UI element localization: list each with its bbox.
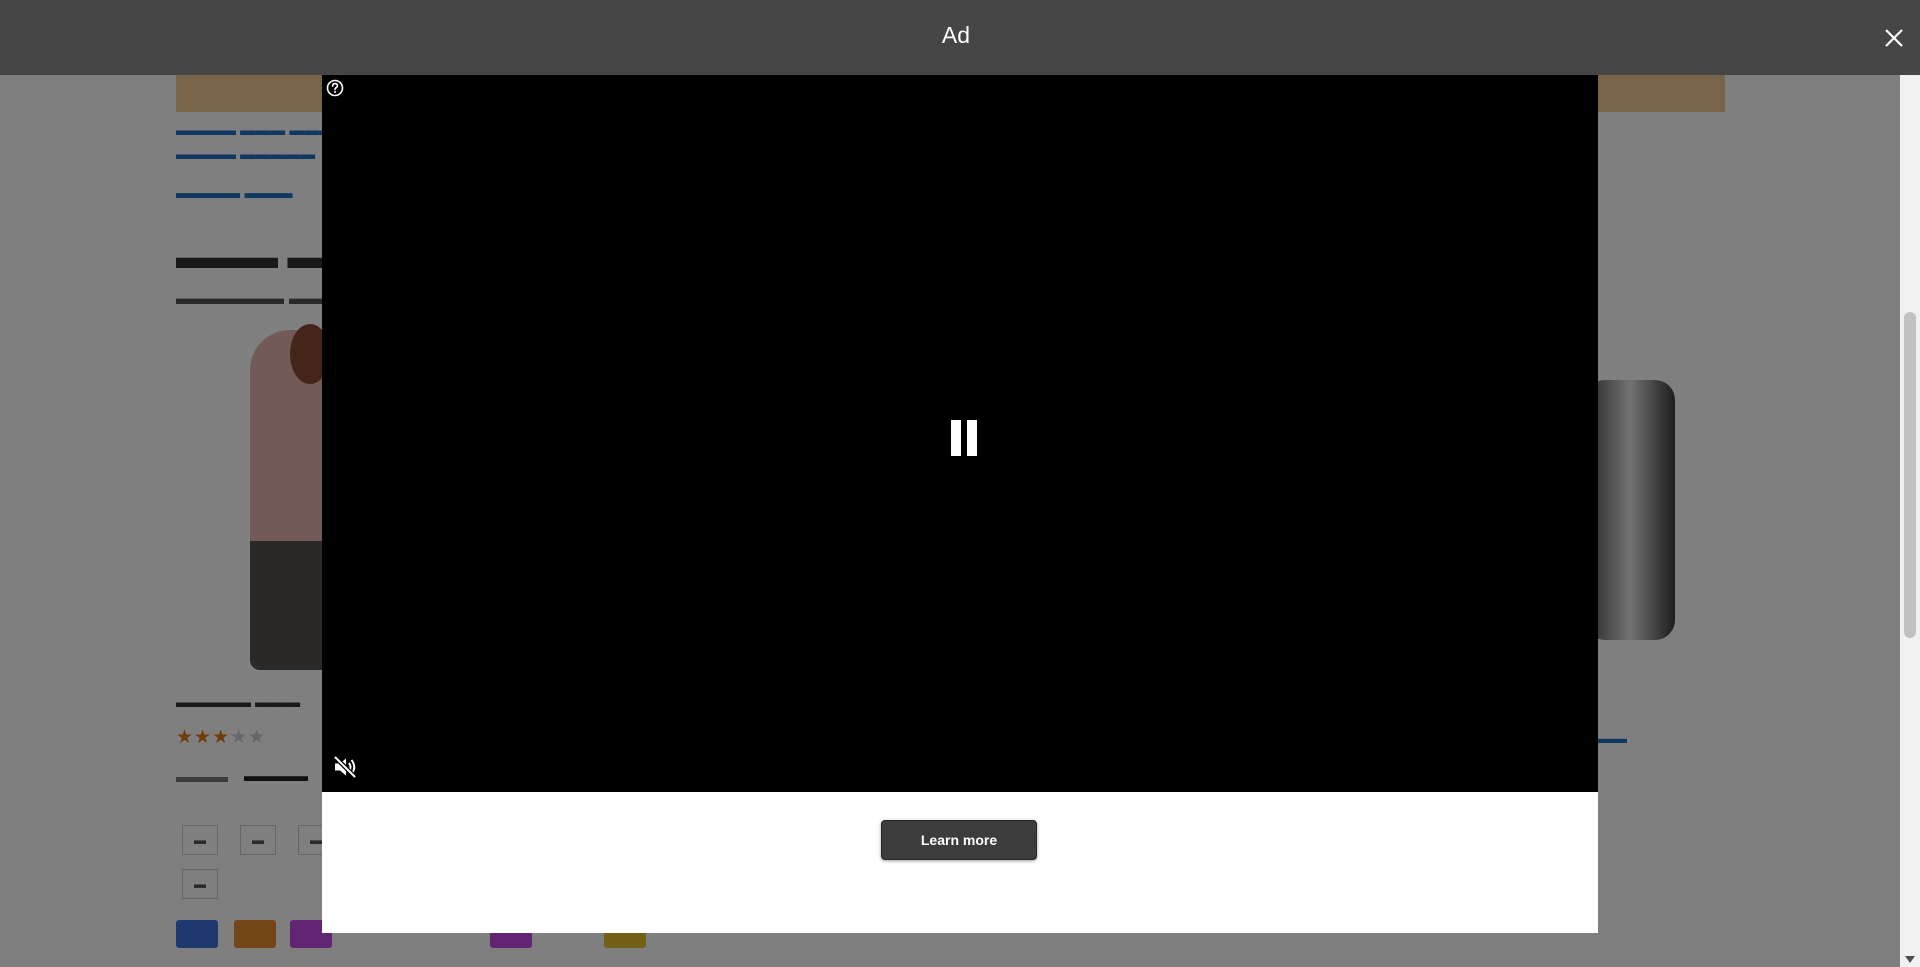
pause-button[interactable] (942, 412, 986, 462)
pause-icon (951, 420, 977, 456)
help-button[interactable] (325, 78, 345, 98)
help-icon (326, 79, 344, 97)
muted-speaker-icon (333, 755, 357, 779)
ad-title: Ad (941, 22, 971, 48)
scroll-down-arrow-icon[interactable] (1900, 951, 1920, 967)
scrollbar-thumb[interactable] (1904, 312, 1916, 638)
video-player[interactable] (322, 75, 1598, 792)
unmute-button[interactable] (332, 754, 358, 780)
vertical-scrollbar[interactable] (1900, 0, 1920, 967)
close-icon (1885, 29, 1903, 47)
learn-more-button[interactable]: Learn more (881, 820, 1037, 860)
ad-container: Learn more (322, 75, 1598, 933)
close-ad-button[interactable] (1878, 22, 1910, 54)
ad-header: Ad (0, 0, 1920, 75)
